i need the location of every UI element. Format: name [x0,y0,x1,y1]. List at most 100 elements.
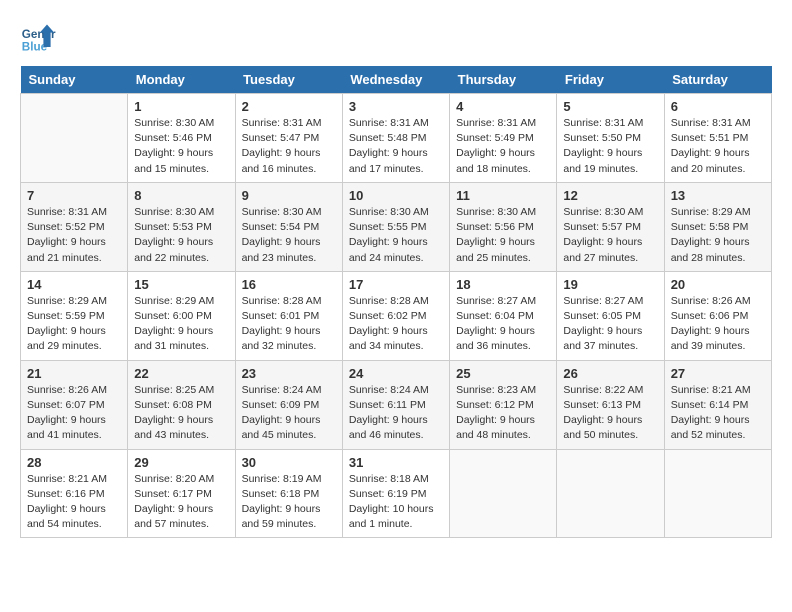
calendar-cell: 24 Sunrise: 8:24 AM Sunset: 6:11 PM Dayl… [342,360,449,449]
day-info: Sunrise: 8:30 AM Sunset: 5:53 PM Dayligh… [134,205,228,266]
calendar-cell: 28 Sunrise: 8:21 AM Sunset: 6:16 PM Dayl… [21,449,128,538]
day-info: Sunrise: 8:28 AM Sunset: 6:02 PM Dayligh… [349,294,443,355]
calendar-week-4: 21 Sunrise: 8:26 AM Sunset: 6:07 PM Dayl… [21,360,772,449]
calendar-cell: 22 Sunrise: 8:25 AM Sunset: 6:08 PM Dayl… [128,360,235,449]
day-info: Sunrise: 8:24 AM Sunset: 6:11 PM Dayligh… [349,383,443,444]
calendar-cell: 11 Sunrise: 8:30 AM Sunset: 5:56 PM Dayl… [450,182,557,271]
col-header-friday: Friday [557,66,664,94]
day-number: 22 [134,366,228,381]
day-number: 16 [242,277,336,292]
day-info: Sunrise: 8:21 AM Sunset: 6:14 PM Dayligh… [671,383,765,444]
calendar-cell: 17 Sunrise: 8:28 AM Sunset: 6:02 PM Dayl… [342,271,449,360]
day-info: Sunrise: 8:31 AM Sunset: 5:49 PM Dayligh… [456,116,550,177]
day-number: 13 [671,188,765,203]
day-number: 11 [456,188,550,203]
calendar-cell: 25 Sunrise: 8:23 AM Sunset: 6:12 PM Dayl… [450,360,557,449]
calendar-cell: 26 Sunrise: 8:22 AM Sunset: 6:13 PM Dayl… [557,360,664,449]
col-header-thursday: Thursday [450,66,557,94]
calendar-table: SundayMondayTuesdayWednesdayThursdayFrid… [20,66,772,538]
day-info: Sunrise: 8:18 AM Sunset: 6:19 PM Dayligh… [349,472,443,533]
calendar-cell: 1 Sunrise: 8:30 AM Sunset: 5:46 PM Dayli… [128,94,235,183]
day-number: 23 [242,366,336,381]
calendar-week-3: 14 Sunrise: 8:29 AM Sunset: 5:59 PM Dayl… [21,271,772,360]
day-info: Sunrise: 8:31 AM Sunset: 5:52 PM Dayligh… [27,205,121,266]
calendar-week-5: 28 Sunrise: 8:21 AM Sunset: 6:16 PM Dayl… [21,449,772,538]
day-number: 26 [563,366,657,381]
day-info: Sunrise: 8:31 AM Sunset: 5:48 PM Dayligh… [349,116,443,177]
day-info: Sunrise: 8:23 AM Sunset: 6:12 PM Dayligh… [456,383,550,444]
day-info: Sunrise: 8:31 AM Sunset: 5:47 PM Dayligh… [242,116,336,177]
day-info: Sunrise: 8:31 AM Sunset: 5:51 PM Dayligh… [671,116,765,177]
day-number: 25 [456,366,550,381]
calendar-cell: 10 Sunrise: 8:30 AM Sunset: 5:55 PM Dayl… [342,182,449,271]
calendar-cell [450,449,557,538]
day-number: 15 [134,277,228,292]
calendar-cell: 13 Sunrise: 8:29 AM Sunset: 5:58 PM Dayl… [664,182,771,271]
day-number: 31 [349,455,443,470]
calendar-cell [21,94,128,183]
calendar-cell: 30 Sunrise: 8:19 AM Sunset: 6:18 PM Dayl… [235,449,342,538]
calendar-cell: 9 Sunrise: 8:30 AM Sunset: 5:54 PM Dayli… [235,182,342,271]
day-number: 2 [242,99,336,114]
day-number: 18 [456,277,550,292]
day-number: 14 [27,277,121,292]
day-number: 29 [134,455,228,470]
day-info: Sunrise: 8:30 AM Sunset: 5:56 PM Dayligh… [456,205,550,266]
day-number: 4 [456,99,550,114]
calendar-cell: 27 Sunrise: 8:21 AM Sunset: 6:14 PM Dayl… [664,360,771,449]
day-number: 6 [671,99,765,114]
calendar-cell: 8 Sunrise: 8:30 AM Sunset: 5:53 PM Dayli… [128,182,235,271]
calendar-cell: 12 Sunrise: 8:30 AM Sunset: 5:57 PM Dayl… [557,182,664,271]
calendar-week-2: 7 Sunrise: 8:31 AM Sunset: 5:52 PM Dayli… [21,182,772,271]
calendar-cell: 20 Sunrise: 8:26 AM Sunset: 6:06 PM Dayl… [664,271,771,360]
day-info: Sunrise: 8:20 AM Sunset: 6:17 PM Dayligh… [134,472,228,533]
calendar-cell: 31 Sunrise: 8:18 AM Sunset: 6:19 PM Dayl… [342,449,449,538]
calendar-cell: 2 Sunrise: 8:31 AM Sunset: 5:47 PM Dayli… [235,94,342,183]
col-header-wednesday: Wednesday [342,66,449,94]
day-info: Sunrise: 8:19 AM Sunset: 6:18 PM Dayligh… [242,472,336,533]
calendar-cell: 7 Sunrise: 8:31 AM Sunset: 5:52 PM Dayli… [21,182,128,271]
day-number: 28 [27,455,121,470]
day-number: 1 [134,99,228,114]
col-header-sunday: Sunday [21,66,128,94]
calendar-cell: 18 Sunrise: 8:27 AM Sunset: 6:04 PM Dayl… [450,271,557,360]
day-number: 5 [563,99,657,114]
page-header: General Blue [20,20,772,56]
day-info: Sunrise: 8:24 AM Sunset: 6:09 PM Dayligh… [242,383,336,444]
calendar-cell: 5 Sunrise: 8:31 AM Sunset: 5:50 PM Dayli… [557,94,664,183]
calendar-cell: 6 Sunrise: 8:31 AM Sunset: 5:51 PM Dayli… [664,94,771,183]
day-info: Sunrise: 8:30 AM Sunset: 5:54 PM Dayligh… [242,205,336,266]
day-info: Sunrise: 8:30 AM Sunset: 5:46 PM Dayligh… [134,116,228,177]
calendar-cell: 19 Sunrise: 8:27 AM Sunset: 6:05 PM Dayl… [557,271,664,360]
day-number: 7 [27,188,121,203]
col-header-saturday: Saturday [664,66,771,94]
calendar-cell: 14 Sunrise: 8:29 AM Sunset: 5:59 PM Dayl… [21,271,128,360]
day-info: Sunrise: 8:27 AM Sunset: 6:04 PM Dayligh… [456,294,550,355]
day-number: 8 [134,188,228,203]
day-number: 10 [349,188,443,203]
calendar-cell: 15 Sunrise: 8:29 AM Sunset: 6:00 PM Dayl… [128,271,235,360]
day-info: Sunrise: 8:29 AM Sunset: 5:58 PM Dayligh… [671,205,765,266]
day-info: Sunrise: 8:26 AM Sunset: 6:06 PM Dayligh… [671,294,765,355]
day-number: 27 [671,366,765,381]
calendar-cell [557,449,664,538]
calendar-cell: 3 Sunrise: 8:31 AM Sunset: 5:48 PM Dayli… [342,94,449,183]
day-number: 3 [349,99,443,114]
day-number: 9 [242,188,336,203]
day-info: Sunrise: 8:27 AM Sunset: 6:05 PM Dayligh… [563,294,657,355]
day-info: Sunrise: 8:31 AM Sunset: 5:50 PM Dayligh… [563,116,657,177]
header-row: SundayMondayTuesdayWednesdayThursdayFrid… [21,66,772,94]
day-info: Sunrise: 8:22 AM Sunset: 6:13 PM Dayligh… [563,383,657,444]
calendar-cell: 29 Sunrise: 8:20 AM Sunset: 6:17 PM Dayl… [128,449,235,538]
day-info: Sunrise: 8:30 AM Sunset: 5:57 PM Dayligh… [563,205,657,266]
col-header-tuesday: Tuesday [235,66,342,94]
calendar-cell: 21 Sunrise: 8:26 AM Sunset: 6:07 PM Dayl… [21,360,128,449]
day-number: 30 [242,455,336,470]
calendar-cell: 16 Sunrise: 8:28 AM Sunset: 6:01 PM Dayl… [235,271,342,360]
calendar-cell: 23 Sunrise: 8:24 AM Sunset: 6:09 PM Dayl… [235,360,342,449]
calendar-week-1: 1 Sunrise: 8:30 AM Sunset: 5:46 PM Dayli… [21,94,772,183]
calendar-cell [664,449,771,538]
day-number: 21 [27,366,121,381]
day-info: Sunrise: 8:26 AM Sunset: 6:07 PM Dayligh… [27,383,121,444]
day-number: 20 [671,277,765,292]
